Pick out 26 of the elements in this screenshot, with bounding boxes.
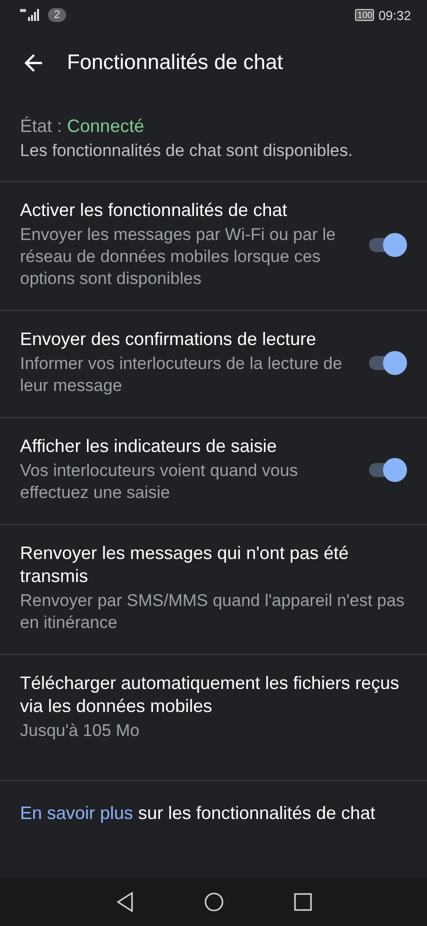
signal-icon xyxy=(20,9,42,21)
setting-summary: Envoyer les messages par Wi-Fi ou par le réseau de données mobiles lorsque ces options sont disponibles xyxy=(20,224,337,290)
page-title: Fonctionnalités de chat xyxy=(67,51,283,75)
setting-summary: Informer vos interlocuteurs de la lecture de leur message xyxy=(20,353,344,397)
recents-button[interactable] xyxy=(294,893,312,911)
setting-title: Activer les fonctionnalités de chat xyxy=(20,199,288,222)
setting-summary: Jusqu'à 105 Mo xyxy=(20,720,140,742)
toggle-switch[interactable] xyxy=(369,232,407,258)
setting-title: Renvoyer les messages qui n'ont pas été transmis xyxy=(20,542,350,588)
toggle-switch[interactable] xyxy=(369,456,407,482)
setting-title: Télécharger automatiquement les fichiers reçus via les données mobiles xyxy=(20,672,400,718)
learn-more-text: En savoir plus sur les fonctionnalités de chat xyxy=(0,780,427,860)
back-nav-button[interactable] xyxy=(116,892,134,912)
status-label: État : xyxy=(20,116,62,137)
setting-title: Afficher les indicateurs de saisie xyxy=(20,435,278,458)
notification-badge: 2 xyxy=(48,8,66,22)
home-button[interactable] xyxy=(204,892,224,912)
status-description: Les fonctionnalités de chat sont disponibles. xyxy=(20,141,354,161)
setting-title: Envoyer des confirmations de lecture xyxy=(20,328,318,351)
toggle-switch[interactable] xyxy=(369,350,407,376)
status-value: Connecté xyxy=(67,116,144,137)
learn-more-link[interactable]: En savoir plus xyxy=(20,803,134,823)
setting-summary: Renvoyer par SMS/MMS quand l'appareil n'est pas en itinérance xyxy=(20,590,406,634)
setting-summary: Vos interlocuteurs voient quand vous effectuez une saisie xyxy=(20,460,299,504)
battery-indicator: 100 xyxy=(355,9,374,21)
clock: 09:32 xyxy=(378,8,411,22)
